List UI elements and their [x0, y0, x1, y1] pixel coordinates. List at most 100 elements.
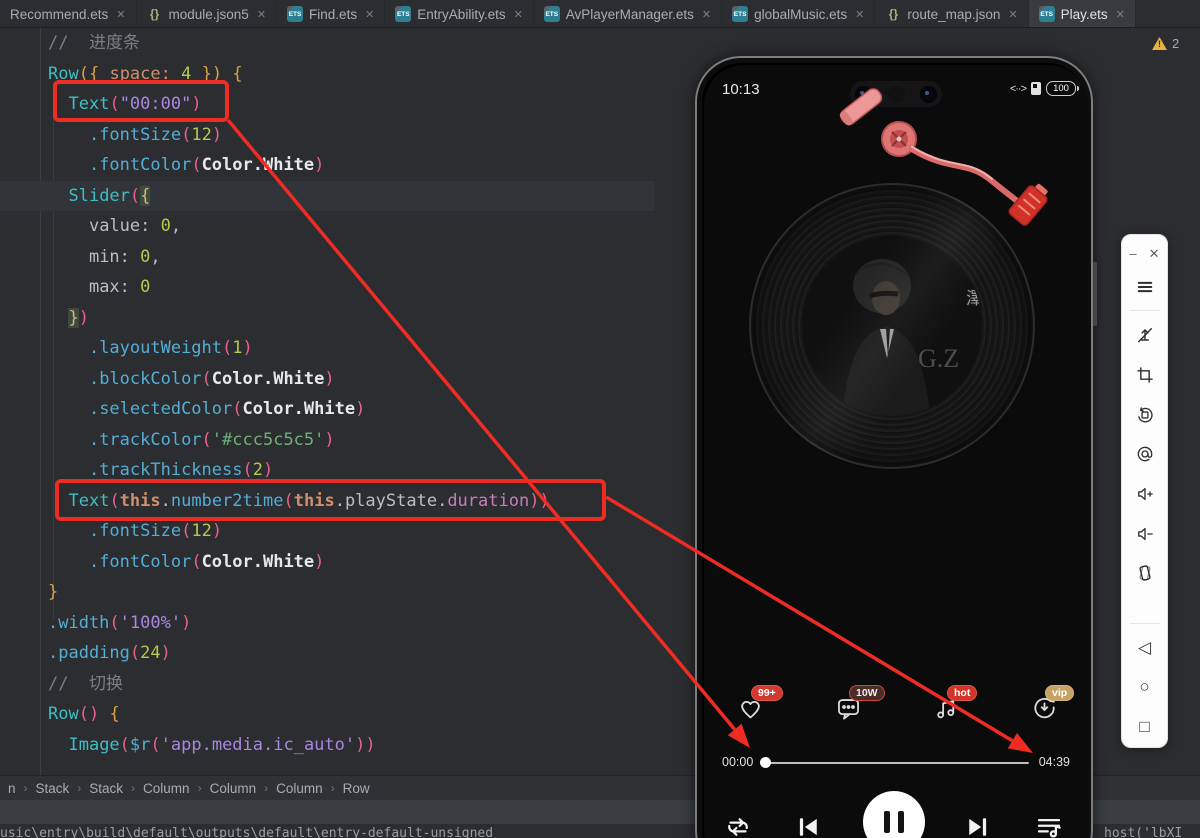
- tab-label: AvPlayerManager.ets: [566, 7, 694, 22]
- tab-Find.ets[interactable]: ETSFind.ets✕: [277, 0, 385, 28]
- tab-EntryAbility.ets[interactable]: ETS EntryAbility.ets ✕: [385, 0, 534, 28]
- tab-route_map.json[interactable]: {} route_map.json ✕: [875, 0, 1028, 28]
- back-button[interactable]: ◁: [1122, 628, 1167, 668]
- code-token: Image: [68, 735, 119, 755]
- tab-label: Recommend.ets: [10, 7, 108, 22]
- rotate-device-button[interactable]: [1122, 553, 1167, 593]
- terminal-path-text-right: host('lbXI: [1104, 825, 1182, 838]
- home-button[interactable]: ○: [1122, 668, 1167, 708]
- progress-track[interactable]: [766, 762, 1029, 764]
- next-button[interactable]: [963, 812, 993, 838]
- code-token: $r: [130, 735, 150, 755]
- tab-Play.ets[interactable]: ETSPlay.ets✕: [1029, 0, 1136, 28]
- toolbar-divider: [1130, 623, 1160, 624]
- code-token: ): [161, 643, 171, 663]
- tab-label: EntryAbility.ets: [417, 7, 505, 22]
- mirror-toolbar: –✕ ◁○□: [1121, 234, 1168, 748]
- tab-AvPlayerManager.ets[interactable]: ETS AvPlayerManager.ets ✕: [534, 0, 722, 28]
- badge-vip: vip: [1045, 685, 1074, 701]
- breadcrumb-item-Stack[interactable]: Stack: [89, 781, 123, 796]
- phone-mirror-window[interactable]: 10:13 <··> 100: [695, 56, 1093, 838]
- warning-count: 2: [1172, 36, 1179, 51]
- code-token: ): [212, 521, 222, 541]
- download-button[interactable]: vip: [1031, 695, 1061, 725]
- recents-button[interactable]: □: [1122, 707, 1167, 747]
- code-token: )): [355, 735, 375, 755]
- breadcrumb-item-n[interactable]: n: [8, 781, 16, 796]
- code-token: {: [232, 64, 242, 84]
- tab-module.json5[interactable]: {} module.json5 ✕: [137, 0, 278, 28]
- tab-close-icon[interactable]: ✕: [365, 8, 374, 21]
- code-token: [48, 430, 89, 450]
- code-token: ): [324, 369, 334, 389]
- ets-file-icon: ETS: [395, 6, 411, 22]
- repeat-button[interactable]: [723, 812, 753, 838]
- json-file-icon: {}: [885, 6, 901, 22]
- tab-close-icon[interactable]: ✕: [855, 8, 864, 21]
- comment-button[interactable]: 10W: [835, 695, 865, 725]
- rotate-screen-button[interactable]: [1122, 395, 1167, 435]
- code-token: (: [191, 155, 201, 175]
- previous-button[interactable]: [793, 812, 823, 838]
- code-token: Color.White: [202, 155, 315, 175]
- at-mention-button[interactable]: [1122, 434, 1167, 474]
- code-token: [99, 704, 109, 724]
- breadcrumb-separator: ›: [131, 781, 135, 795]
- tab-close-icon[interactable]: ✕: [257, 8, 266, 21]
- inspection-widget[interactable]: 2: [1152, 36, 1179, 51]
- code-token: (: [120, 735, 130, 755]
- code-token: .trackColor: [89, 430, 202, 450]
- breadcrumb-item-Column[interactable]: Column: [210, 781, 257, 796]
- close-button[interactable]: ✕: [1149, 246, 1160, 262]
- pause-button[interactable]: [863, 791, 925, 838]
- code-token: ,: [150, 247, 160, 267]
- code-token: [48, 552, 89, 572]
- code-token: .trackThickness: [89, 460, 243, 480]
- progress-thumb[interactable]: [760, 757, 771, 768]
- code-token: (: [202, 430, 212, 450]
- tonearm-graphic: [824, 77, 1064, 257]
- code-token: // 进度条: [48, 33, 140, 53]
- code-line[interactable]: Slider({: [0, 181, 655, 212]
- tab-close-icon[interactable]: ✕: [1116, 8, 1125, 21]
- code-token: [48, 247, 89, 267]
- tab-Recommend.ets[interactable]: Recommend.ets ✕: [0, 0, 137, 28]
- tab-label: module.json5: [169, 7, 249, 22]
- pointer-off-button[interactable]: [1122, 315, 1167, 355]
- code-line[interactable]: // 进度条: [0, 28, 1200, 59]
- tab-globalMusic.ets[interactable]: ETSglobalMusic.ets✕: [722, 0, 875, 28]
- code-token: 'app.media.ic_auto': [161, 735, 355, 755]
- code-token: (: [130, 643, 140, 663]
- crop-button[interactable]: [1122, 355, 1167, 395]
- code-token: (: [191, 552, 201, 572]
- code-token: 12: [191, 521, 211, 541]
- badge-hot: hot: [947, 685, 977, 701]
- breadcrumb-item-Row[interactable]: Row: [343, 781, 370, 796]
- playlist-button[interactable]: [1034, 812, 1064, 838]
- code-token: 0: [140, 247, 150, 267]
- volume-down-button[interactable]: [1122, 514, 1167, 554]
- minimize-button[interactable]: –: [1129, 246, 1136, 261]
- ets-file-icon: ETS: [544, 6, 560, 22]
- menu-button[interactable]: [1122, 267, 1167, 307]
- breadcrumb-item-Column[interactable]: Column: [276, 781, 323, 796]
- tab-close-icon[interactable]: ✕: [514, 8, 523, 21]
- annotation-box-text-0000: [53, 80, 229, 122]
- breadcrumb-item-Column[interactable]: Column: [143, 781, 190, 796]
- json-file-icon: {}: [147, 6, 163, 22]
- code-token: .fontSize: [89, 521, 181, 541]
- tab-close-icon[interactable]: ✕: [702, 8, 711, 21]
- phone-screen[interactable]: 10:13 <··> 100: [704, 65, 1088, 838]
- tab-close-icon[interactable]: ✕: [1008, 8, 1017, 21]
- volume-up-button[interactable]: [1122, 474, 1167, 514]
- tab-label: route_map.json: [907, 7, 1000, 22]
- like-button[interactable]: 99+: [737, 695, 767, 725]
- share-music-button[interactable]: hot: [933, 695, 963, 725]
- badge-10W: 10W: [849, 685, 885, 701]
- breadcrumb-item-Stack[interactable]: Stack: [36, 781, 70, 796]
- badge-99+: 99+: [751, 685, 783, 701]
- status-time: 10:13: [722, 81, 760, 98]
- code-token: .fontColor: [89, 155, 191, 175]
- tab-close-icon[interactable]: ✕: [116, 8, 125, 21]
- code-token: [48, 460, 89, 480]
